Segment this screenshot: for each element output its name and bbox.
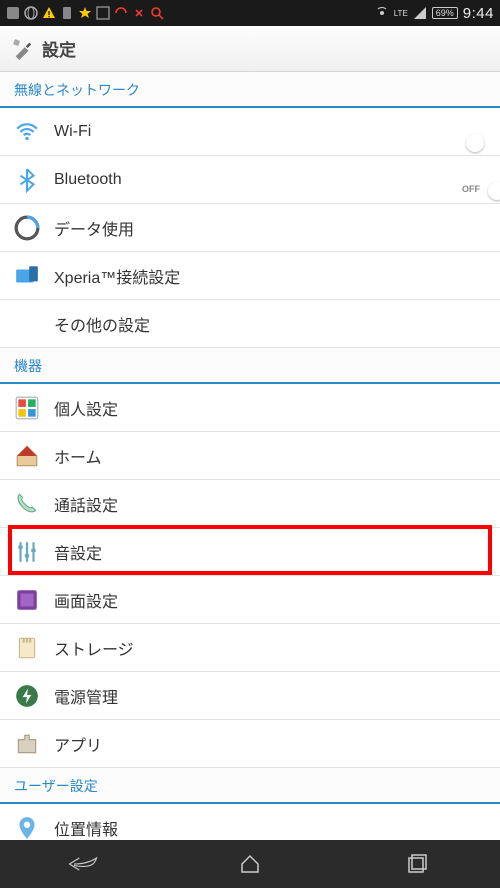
apps-icon: [14, 731, 40, 757]
clock: 9:44: [463, 5, 494, 22]
wifi-icon: [14, 119, 40, 145]
star-icon: [78, 6, 92, 20]
section-header-wireless: 無線とネットワーク: [0, 72, 500, 108]
item-apps[interactable]: アプリ: [0, 720, 500, 768]
browser-icon: [24, 6, 38, 20]
item-sound-settings[interactable]: 音設定: [0, 528, 500, 576]
settings-icon: [12, 38, 34, 60]
settings-list: 無線とネットワーク Wi-Fi ON Bluetooth OFF データ使用 X…: [0, 72, 500, 840]
battery-level: 69%: [432, 7, 458, 19]
display-icon: [14, 587, 40, 613]
page-title: 設定: [42, 36, 76, 61]
xperia-label: Xperia™接続設定: [54, 264, 486, 288]
section-header-device: 機器: [0, 348, 500, 384]
data-usage-icon: [14, 215, 40, 241]
link-icon: [132, 6, 146, 20]
sound-settings-label: 音設定: [54, 540, 486, 564]
sd-icon: [60, 6, 74, 20]
rect-icon: [96, 6, 110, 20]
section-header-user: ユーザー設定: [0, 768, 500, 804]
display-settings-label: 画面設定: [54, 588, 486, 612]
personalization-icon: [14, 395, 40, 421]
location-icon: [14, 815, 40, 841]
item-power-management[interactable]: 電源管理: [0, 672, 500, 720]
sync-icon: [114, 6, 128, 20]
bluetooth-icon: [14, 167, 40, 193]
storage-label: ストレージ: [54, 636, 486, 660]
sound-icon: [14, 539, 40, 565]
item-more-settings[interactable]: その他の設定: [0, 300, 500, 348]
nfc-icon: [6, 6, 20, 20]
warning-icon: [42, 6, 56, 20]
power-icon: [14, 683, 40, 709]
more-settings-label: その他の設定: [54, 312, 486, 336]
blank-icon: [14, 311, 40, 337]
call-settings-label: 通話設定: [54, 492, 486, 516]
item-storage[interactable]: ストレージ: [0, 624, 500, 672]
item-xperia-connect[interactable]: Xperia™接続設定: [0, 252, 500, 300]
item-display-settings[interactable]: 画面設定: [0, 576, 500, 624]
storage-icon: [14, 635, 40, 661]
item-home[interactable]: ホーム: [0, 432, 500, 480]
phone-icon: [14, 491, 40, 517]
power-label: 電源管理: [54, 684, 486, 708]
personalization-label: 個人設定: [54, 396, 486, 420]
data-usage-label: データ使用: [54, 216, 486, 240]
signal-icon: [413, 6, 427, 20]
bluetooth-label: Bluetooth: [54, 171, 472, 189]
title-bar: 設定: [0, 26, 500, 72]
item-call-settings[interactable]: 通話設定: [0, 480, 500, 528]
xperia-icon: [14, 263, 40, 289]
wifi-label: Wi-Fi: [54, 123, 472, 141]
item-location[interactable]: 位置情報: [0, 804, 500, 840]
item-data-usage[interactable]: データ使用: [0, 204, 500, 252]
home-button[interactable]: [220, 844, 280, 884]
item-wifi[interactable]: Wi-Fi ON: [0, 108, 500, 156]
search-icon: [150, 6, 164, 20]
recent-button[interactable]: [387, 844, 447, 884]
status-bar: LTE 69% 9:44: [0, 0, 500, 26]
network-label: LTE: [394, 9, 408, 18]
back-button[interactable]: [53, 844, 113, 884]
signal-bt-icon: [375, 6, 389, 20]
item-bluetooth[interactable]: Bluetooth OFF: [0, 156, 500, 204]
home-label: ホーム: [54, 444, 486, 468]
item-personalization[interactable]: 個人設定: [0, 384, 500, 432]
navigation-bar: [0, 840, 500, 888]
home-icon: [14, 443, 40, 469]
location-label: 位置情報: [54, 816, 486, 840]
status-right: LTE 69% 9:44: [375, 5, 494, 22]
status-left: [6, 6, 164, 20]
apps-label: アプリ: [54, 732, 486, 756]
